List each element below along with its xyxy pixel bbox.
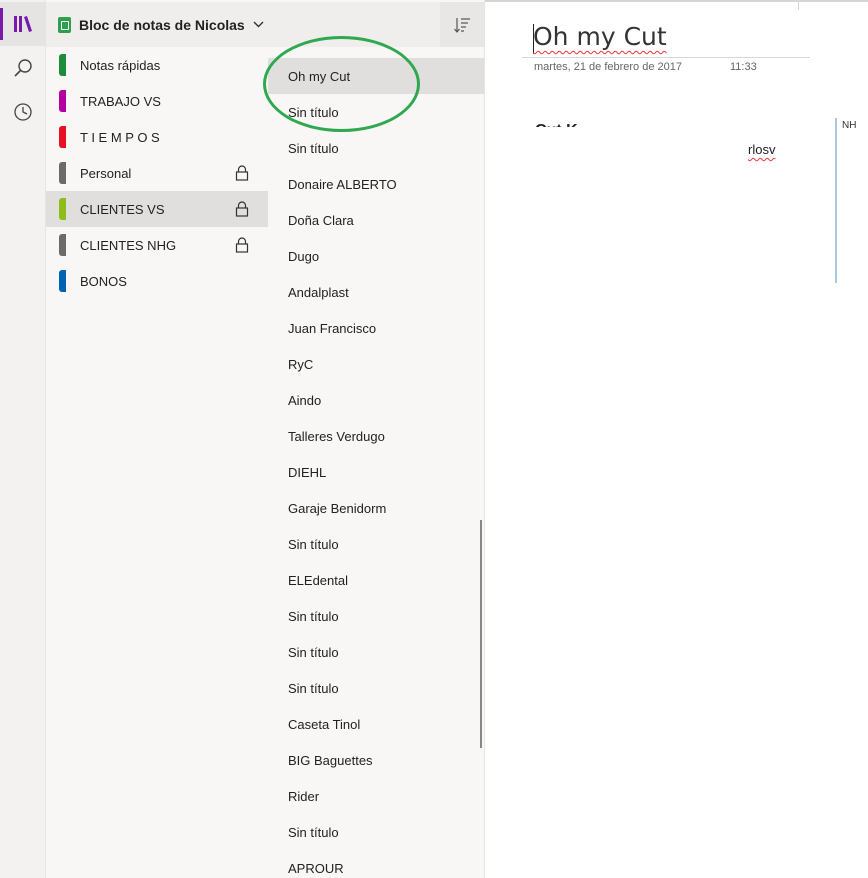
section-color-tab xyxy=(59,234,66,256)
title-divider xyxy=(522,57,810,58)
canvas-top-border xyxy=(485,0,868,2)
section-item[interactable]: CLIENTES NHG xyxy=(46,227,268,263)
sort-pages-button[interactable] xyxy=(440,2,484,47)
page-item[interactable]: Sin título xyxy=(268,526,484,562)
page-item[interactable]: DIEHL xyxy=(268,454,484,490)
section-color-tab xyxy=(59,54,66,76)
clock-icon xyxy=(14,103,32,121)
recent-button[interactable] xyxy=(0,90,46,134)
page-item[interactable]: Sin título xyxy=(268,670,484,706)
notebooks-icon xyxy=(14,16,32,32)
notebook-icon xyxy=(58,16,71,33)
lock-icon xyxy=(235,165,249,181)
page-item[interactable]: Donaire ALBERTO xyxy=(268,166,484,202)
page-item[interactable]: Rider xyxy=(268,778,484,814)
section-item[interactable]: Notas rápidas xyxy=(46,47,268,83)
notebook-selector[interactable]: Bloc de notas de Nicolas xyxy=(46,2,440,47)
author-indicator-bar xyxy=(835,118,837,283)
pages-scrollbar[interactable] xyxy=(480,520,482,748)
page-item[interactable]: Aindo xyxy=(268,382,484,418)
lock-icon xyxy=(235,237,249,253)
section-color-tab xyxy=(59,162,66,184)
page-item[interactable]: Sin título xyxy=(268,634,484,670)
nav-rail xyxy=(0,0,46,878)
section-label: CLIENTES NHG xyxy=(80,237,177,253)
page-item[interactable]: Doña Clara xyxy=(268,202,484,238)
section-color-tab xyxy=(59,90,66,112)
sort-icon xyxy=(454,17,470,33)
page-title[interactable]: Oh my Cut xyxy=(533,22,667,51)
page-item[interactable]: Talleres Verdugo xyxy=(268,418,484,454)
page-item[interactable]: Sin título xyxy=(268,130,484,166)
search-button[interactable] xyxy=(0,46,46,90)
notebook-title: Bloc de notas de Nicolas xyxy=(79,16,245,33)
page-item[interactable]: Oh my Cut xyxy=(268,58,484,94)
section-label: Notas rápidas xyxy=(80,57,161,73)
page-time: 11:33 xyxy=(730,61,757,73)
content-text[interactable]: rlosv xyxy=(748,142,775,157)
section-item[interactable]: T I E M P O S xyxy=(46,119,268,155)
page-item[interactable]: Dugo xyxy=(268,238,484,274)
page-date: martes, 21 de febrero de 2017 xyxy=(534,61,682,73)
section-label: CLIENTES VS xyxy=(80,201,165,217)
search-icon xyxy=(14,59,32,77)
page-item[interactable]: Caseta Tinol xyxy=(268,706,484,742)
page-item[interactable]: BIG Baguettes xyxy=(268,742,484,778)
page-item[interactable]: Sin título xyxy=(268,94,484,130)
chevron-down-icon xyxy=(253,19,264,31)
notebooks-button[interactable] xyxy=(0,2,46,46)
section-color-tab xyxy=(59,198,66,220)
section-label: BONOS xyxy=(80,273,127,289)
page-item[interactable]: Garaje Benidorm xyxy=(268,490,484,526)
section-label: TRABAJO VS xyxy=(80,93,161,109)
section-label: T I E M P O S xyxy=(80,129,160,145)
section-color-tab xyxy=(59,270,66,292)
section-label: Personal xyxy=(80,165,132,181)
content-heading[interactable]: Cut K xyxy=(535,118,605,127)
section-color-tab xyxy=(59,126,66,148)
page-item[interactable]: Juan Francisco xyxy=(268,310,484,346)
page-item[interactable]: Sin título xyxy=(268,598,484,634)
page-item[interactable]: ELEdental xyxy=(268,562,484,598)
section-item[interactable]: Personal xyxy=(46,155,268,191)
lock-icon xyxy=(235,201,249,217)
page-item[interactable]: Sin título xyxy=(268,814,484,850)
page-item[interactable]: RyC xyxy=(268,346,484,382)
author-initials: NH xyxy=(842,120,857,131)
section-item[interactable]: CLIENTES VS xyxy=(46,191,268,227)
section-item[interactable]: TRABAJO VS xyxy=(46,83,268,119)
canvas-edge-marker xyxy=(798,2,799,10)
page-item[interactable]: APROUR xyxy=(268,850,484,878)
section-item[interactable]: BONOS xyxy=(46,263,268,299)
page-item[interactable]: Andalplast xyxy=(268,274,484,310)
